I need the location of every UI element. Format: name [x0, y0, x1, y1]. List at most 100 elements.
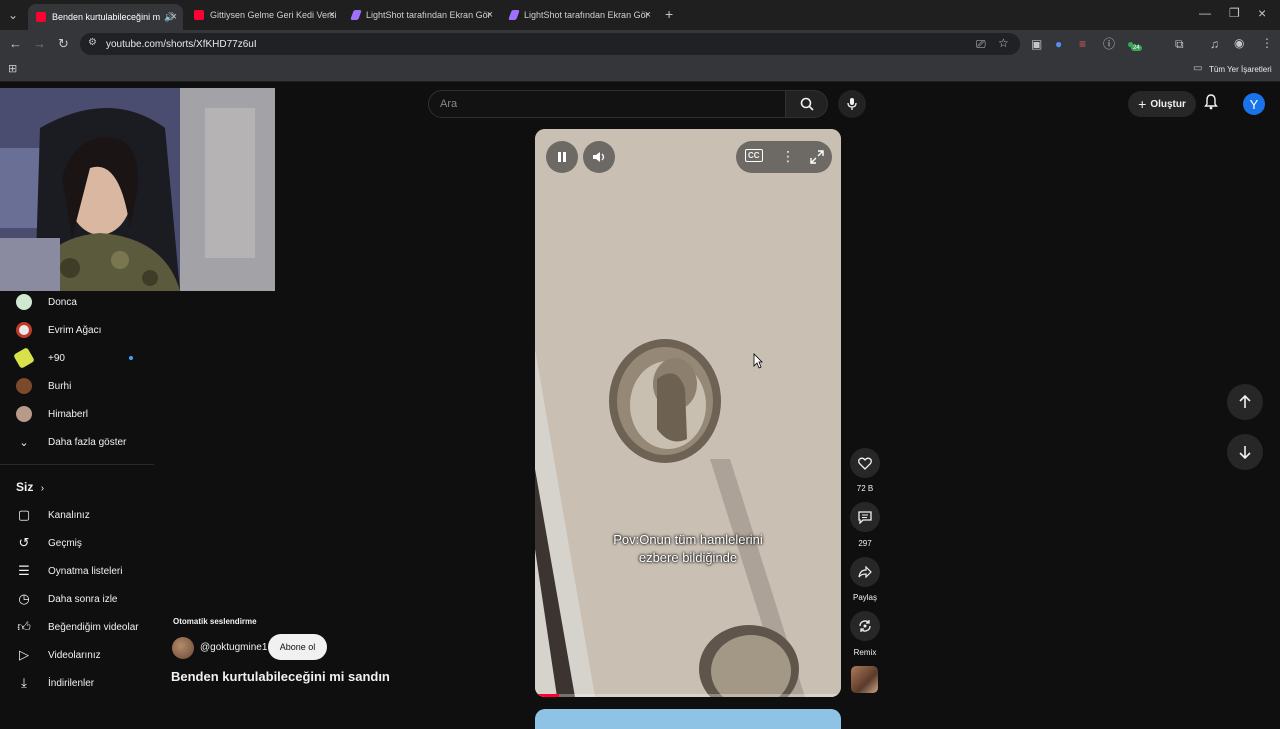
create-label: Oluştur: [1150, 98, 1186, 110]
sidebar-divider: [0, 464, 154, 465]
like-button[interactable]: [850, 448, 880, 478]
sidebar-item-your-videos[interactable]: ▷ Videolarınız: [16, 644, 101, 666]
site-info-icon[interactable]: ⚙: [88, 38, 97, 48]
channel-avatar: [16, 406, 32, 422]
close-tab-icon[interactable]: ×: [329, 9, 335, 21]
sidebar-item-label: Daha sonra izle: [48, 593, 118, 605]
remix-button[interactable]: [850, 611, 880, 641]
close-tab-icon[interactable]: ×: [171, 11, 177, 23]
extension-icon[interactable]: ≡: [1079, 38, 1086, 50]
media-controls-icon[interactable]: ♫: [1210, 38, 1219, 50]
back-icon[interactable]: ←: [9, 37, 22, 50]
close-window-icon[interactable]: ×: [1258, 6, 1266, 20]
captions-icon[interactable]: CC: [745, 149, 763, 162]
bookmark-star-icon[interactable]: ☆: [998, 37, 1009, 49]
progress-fill: [535, 694, 560, 697]
subscription-item[interactable]: Donca: [16, 292, 77, 312]
playlists-icon: ☰: [18, 563, 30, 578]
apps-grid-icon[interactable]: ⊞: [8, 64, 17, 75]
minimize-icon[interactable]: —: [1199, 7, 1211, 19]
chevron-right-icon: ›: [40, 483, 45, 494]
next-short-preview[interactable]: [535, 709, 841, 729]
pause-icon: [558, 152, 566, 162]
progress-bar[interactable]: [535, 694, 841, 697]
channel-avatar: [16, 322, 32, 338]
channel-avatar: [13, 347, 35, 369]
sidebar-item-label: İndirilenler: [48, 677, 95, 689]
subscription-name: Himaberl: [48, 408, 89, 420]
like-count: 72 B: [856, 484, 874, 493]
previous-short-button[interactable]: [1227, 384, 1263, 420]
search-input[interactable]: Ara: [428, 90, 786, 118]
download-icon: ⤓: [21, 675, 27, 690]
share-button[interactable]: [850, 557, 880, 587]
youtube-favicon-icon: [36, 12, 46, 22]
new-tab-icon[interactable]: +: [665, 7, 673, 21]
subscribe-label: Abone ol: [279, 642, 316, 652]
sidebar-item-label: Oynatma listeleri: [48, 565, 123, 577]
create-button[interactable]: + Oluştur: [1128, 91, 1196, 117]
channel-name[interactable]: @goktugmine1: [200, 642, 267, 653]
sidebar-item-history[interactable]: ↺ Geçmiş: [16, 532, 82, 554]
tab-3[interactable]: LightShot tarafından Ekran Gör ×: [344, 4, 499, 26]
notifications-button[interactable]: [1204, 94, 1218, 115]
sidebar-item-label: Beğendiğim videolar: [48, 621, 139, 633]
sidebar-item-playlists[interactable]: ☰ Oynatma listeleri: [16, 560, 122, 582]
subscription-name: +90: [48, 352, 65, 364]
browser-toolbar: ← → ↻ ⚙ youtube.com/shorts/XfKHD77z6uI ⎚…: [0, 30, 1280, 58]
subscription-item[interactable]: +90: [13, 347, 133, 369]
subscription-item[interactable]: Himaberl: [16, 404, 88, 424]
comment-icon: [858, 510, 872, 524]
profile-icon[interactable]: ◉: [1234, 37, 1244, 49]
volume-button[interactable]: [583, 141, 615, 173]
install-app-icon[interactable]: ⎚: [976, 38, 986, 50]
channel-avatar: [16, 378, 32, 394]
sidebar-item-your-channel[interactable]: ▢ Kanalınız: [16, 504, 90, 526]
mouse-cursor-icon: [753, 353, 763, 369]
reload-icon[interactable]: ↻: [58, 37, 69, 50]
remix-icon: [859, 620, 871, 632]
you-section-heading[interactable]: Siz ›: [16, 480, 44, 494]
tab-4[interactable]: LightShot tarafından Ekran Gör ×: [502, 4, 657, 26]
sidebar-item-downloads[interactable]: ⤓ İndirilenler: [16, 672, 94, 694]
watch-later-icon: ◷: [18, 591, 30, 606]
tab-active[interactable]: Benden kurtulabileceğini m 🔊 ×: [28, 4, 183, 30]
search-icon: [800, 97, 814, 111]
tab-title: Benden kurtulabileceğini m: [52, 12, 161, 22]
short-video-player[interactable]: CC ⋮ Pov:Onun tüm hamlelerini ezbere bil…: [535, 129, 841, 697]
account-avatar[interactable]: Y: [1243, 93, 1265, 115]
extension-icon[interactable]: ▣: [1031, 38, 1042, 50]
all-bookmarks-link[interactable]: Tüm Yer İşaretleri: [1209, 65, 1272, 74]
maximize-icon[interactable]: ❐: [1229, 7, 1240, 19]
extension-icon[interactable]: ⓘ: [1103, 38, 1115, 50]
history-icon: ↺: [18, 535, 30, 550]
address-bar[interactable]: ⚙ youtube.com/shorts/XfKHD77z6uI ⎚ ☆: [80, 33, 1020, 55]
search-button[interactable]: [786, 90, 828, 118]
video-title[interactable]: Benden kurtulabileceğini mi sandın: [171, 669, 390, 684]
pause-button[interactable]: [546, 141, 578, 173]
show-more-button[interactable]: ⌄ Daha fazla göster: [16, 432, 126, 452]
subscription-item[interactable]: Burhi: [16, 376, 71, 396]
forward-icon[interactable]: →: [33, 37, 46, 50]
tab-2[interactable]: Gittiysen Gelme Geri Kedi Versi ×: [186, 4, 341, 26]
close-tab-icon[interactable]: ×: [645, 9, 651, 21]
more-options-icon[interactable]: ⋮: [781, 148, 795, 165]
auto-dub-label: Otomatik seslendirme: [173, 617, 257, 626]
subscription-item[interactable]: Evrim Ağacı: [16, 320, 101, 340]
channel-avatar[interactable]: [172, 637, 194, 659]
fullscreen-icon[interactable]: [810, 150, 824, 164]
extensions-puzzle-icon[interactable]: ⧉: [1175, 38, 1184, 50]
next-short-button[interactable]: [1227, 434, 1263, 470]
voice-search-button[interactable]: [838, 90, 866, 118]
show-more-label: Daha fazla göster: [48, 436, 127, 448]
sound-thumbnail[interactable]: [851, 666, 878, 693]
tab-title: LightShot tarafından Ekran Gör: [524, 10, 649, 20]
menu-kebab-icon[interactable]: ⋮: [1261, 37, 1273, 49]
extension-icon[interactable]: ●: [1055, 38, 1062, 50]
close-tab-icon[interactable]: ×: [487, 9, 493, 21]
sidebar-item-liked-videos[interactable]: 👍︎ Beğendiğim videolar: [16, 616, 139, 638]
subscribe-button[interactable]: Abone ol: [268, 634, 327, 660]
tab-search-icon[interactable]: ⌄: [8, 9, 18, 21]
comments-button[interactable]: [850, 502, 880, 532]
sidebar-item-watch-later[interactable]: ◷ Daha sonra izle: [16, 588, 117, 610]
